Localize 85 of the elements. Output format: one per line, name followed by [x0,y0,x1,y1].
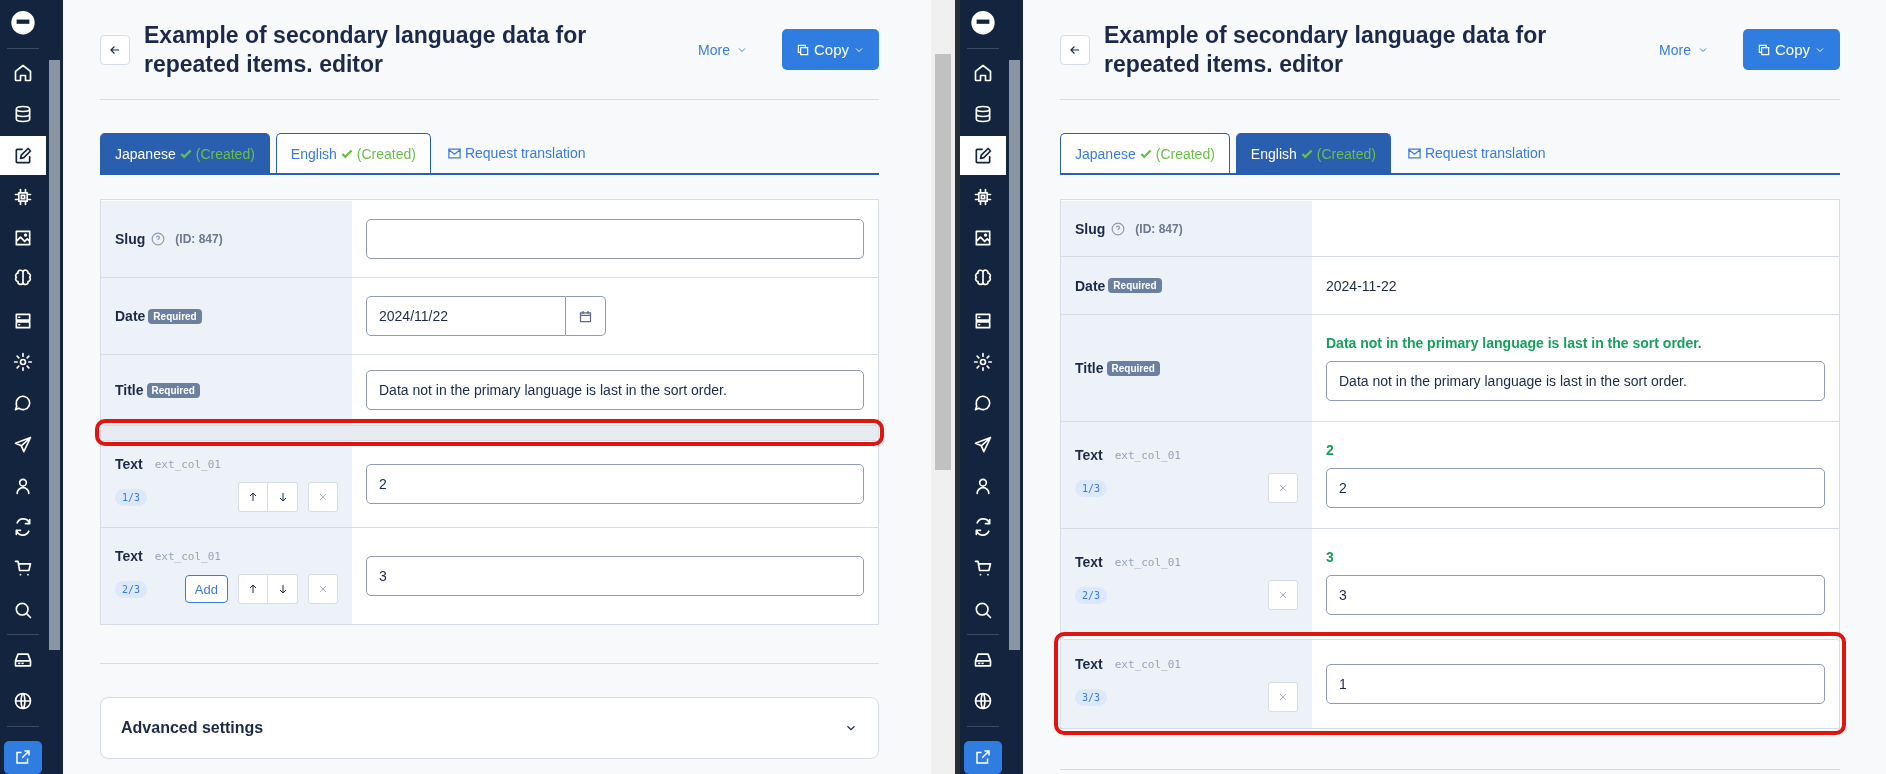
calendar-button[interactable] [566,296,606,336]
request-translation-link[interactable]: Request translation [1396,133,1556,173]
language-tab[interactable]: English (Created) [1235,133,1391,173]
move-up-button[interactable] [238,482,268,512]
copy-button[interactable]: Copy [1742,29,1840,70]
edit-icon[interactable] [960,136,1006,176]
required-badge: Required [148,308,202,324]
mail-icon [1406,145,1422,161]
item-index: 3/3 [1075,688,1108,706]
field-label: Text [115,548,143,564]
field-label: Text [1075,656,1103,672]
sidebar-scrollbar[interactable] [1006,0,1023,774]
text-field[interactable]: 1 [1326,664,1825,704]
required-badge: Required [1106,360,1160,376]
language-tab[interactable]: Japanese (Created) [100,133,270,173]
language-tab[interactable]: English (Created) [275,133,431,173]
primary-language-value: Data not in the primary language is last in the sort order. [1326,335,1703,351]
field-label: Text [115,456,143,472]
back-button[interactable] [1060,34,1090,65]
logo-icon[interactable] [970,10,996,36]
logo-icon[interactable] [10,10,36,36]
column-code: ext_col_01 [154,457,221,471]
back-button[interactable] [100,34,130,65]
primary-language-value: 3 [1326,549,1335,565]
calendar-icon [578,308,593,324]
field-label: Title [115,382,144,398]
id-note: (ID: 847) [175,232,223,246]
item-index: 1/3 [1075,479,1108,497]
content-scrollbar[interactable] [931,0,955,774]
more-button[interactable]: More [692,40,754,59]
external-link-button[interactable] [4,740,42,774]
mail-icon [446,145,462,161]
external-link-button[interactable] [964,740,1002,774]
edit-icon[interactable] [0,136,46,176]
close-icon [317,491,329,503]
copy-icon [795,42,810,57]
primary-language-value: 2 [1326,442,1335,458]
column-code: ext_col_01 [1114,657,1181,671]
page-title: Example of secondary language data for repeated items. editor [1104,20,1548,79]
column-code: ext_col_01 [1114,448,1181,462]
field-label: Text [1075,554,1103,570]
text-field[interactable]: Data not in the primary language is last in the sort order. [1326,361,1825,401]
close-icon [1277,691,1289,703]
external-link-icon [14,748,32,767]
arrow-up-icon [247,583,259,595]
field-label: Date [1075,277,1106,294]
item-index: 2/3 [1075,586,1108,604]
page-title: Example of secondary language data for repeated items. editor [144,20,588,79]
move-down-button[interactable] [268,482,298,512]
field-label: Slug [1075,220,1106,237]
sidebar-scrollbar[interactable] [46,0,63,774]
close-icon [317,583,329,595]
slug-field[interactable] [366,219,864,259]
copy-icon [1756,42,1771,57]
item-index: 1/3 [115,488,148,506]
language-tab[interactable]: Japanese (Created) [1060,133,1230,173]
text-field[interactable]: Data not in the primary language is last in the sort order. [366,370,864,410]
item-index: 2/3 [115,580,148,598]
field-label: Date [115,308,146,324]
date-field[interactable]: 2024/11/22 [366,296,566,336]
external-link-icon [974,748,992,767]
text-field[interactable]: 2 [1326,468,1825,508]
column-code: ext_col_01 [154,549,221,563]
arrow-up-icon [247,491,259,503]
field-label: Text [1075,447,1103,463]
section-title: Advanced settings [121,719,264,737]
close-icon [1277,589,1289,601]
text-field[interactable]: 2 [366,464,864,504]
required-badge: Required [146,382,200,398]
field-label: Slug [115,231,146,247]
column-code: ext_col_01 [1114,555,1181,569]
text-field[interactable]: 3 [366,556,864,596]
move-up-button[interactable] [238,574,268,604]
id-note: (ID: 847) [1135,221,1183,236]
required-badge: Required [1108,278,1162,293]
more-button[interactable]: More [1653,40,1715,59]
close-icon [1277,482,1289,494]
advanced-settings-panel[interactable]: Advanced settings [100,697,879,759]
date-value: 2024-11-22 [1326,277,1398,294]
copy-button[interactable]: Copy [781,29,879,70]
request-translation-link[interactable]: Request translation [436,133,596,173]
field-label: Title [1075,360,1104,376]
add-button[interactable]: Add [184,575,228,603]
move-down-button[interactable] [268,574,298,604]
text-field[interactable]: 3 [1326,575,1825,615]
